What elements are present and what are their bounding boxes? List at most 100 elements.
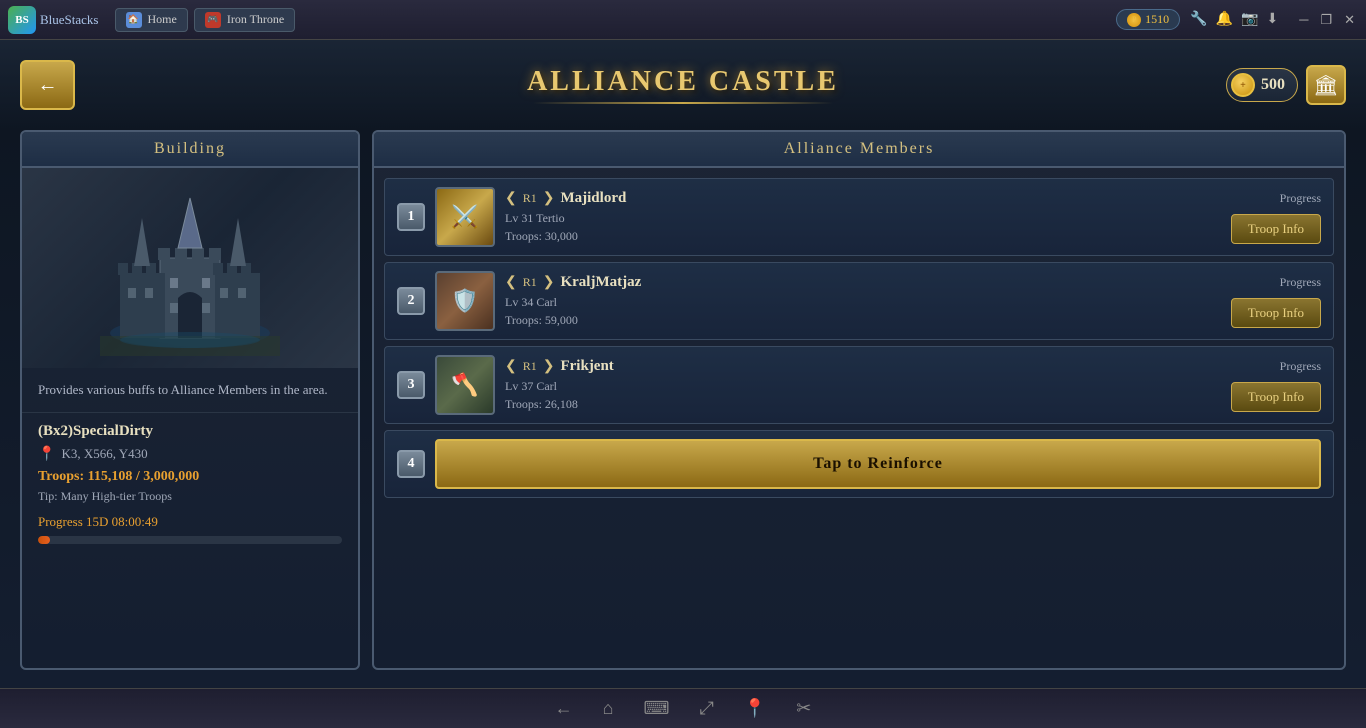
member-info-2: ❮ R1 ❯ KraljMatjaz Lv 34 Carl Troops: 59…: [505, 274, 1221, 328]
progress-label: Progress 15D 08:00:49: [38, 514, 342, 530]
zoom-icon[interactable]: ⤢: [699, 698, 713, 719]
member-level-1: Lv 31 Tertio: [505, 211, 1221, 226]
tap-to-reinforce-button[interactable]: Tap to Reinforce: [435, 439, 1321, 489]
progress-bar: [38, 536, 342, 544]
game-tab-label: Iron Throne: [227, 12, 284, 27]
home-tab[interactable]: 🏠 Home: [115, 8, 188, 32]
home-tab-label: Home: [148, 12, 177, 27]
camera-icon[interactable]: 📷: [1241, 11, 1258, 28]
game-area: ← ALLIANCE CASTLE + 500 🏛 Building: [0, 40, 1366, 688]
title-decoration: [533, 102, 833, 104]
taskbar: BS BlueStacks 🏠 Home 🎮 Iron Throne P 151…: [0, 0, 1366, 40]
member-progress-label-3: Progress: [1280, 359, 1321, 374]
reinforce-number: 4: [397, 450, 425, 478]
coin-icon: +: [1231, 73, 1255, 97]
member-number-3: 3: [397, 371, 425, 399]
back-nav-icon[interactable]: ←: [555, 698, 573, 719]
member-number-1: 1: [397, 203, 425, 231]
page-title: ALLIANCE CASTLE: [527, 66, 839, 98]
rank-badge-3: R1: [523, 359, 537, 374]
bell-icon[interactable]: 🔔: [1216, 11, 1233, 28]
rank-left-deco-2: ❮: [505, 274, 517, 291]
wrench-icon[interactable]: 🔧: [1190, 11, 1207, 28]
building-description: Provides various buffs to Alliance Membe…: [22, 368, 358, 413]
coin-badge: + 500: [1226, 68, 1298, 102]
building-owner: (Bx2)SpecialDirty 📍 K3, X566, Y430 Troop…: [22, 413, 358, 554]
location-row: 📍 K3, X566, Y430: [38, 446, 342, 463]
castle-illustration: [90, 178, 290, 358]
building-panel-title: Building: [154, 140, 226, 157]
member-name-row-3: ❮ R1 ❯ Frikjent: [505, 358, 1221, 375]
minimize-btn[interactable]: ─: [1296, 12, 1311, 28]
owner-name: (Bx2)SpecialDirty: [38, 423, 342, 440]
window-controls: ─ ❐ ✕: [1296, 12, 1358, 28]
rank-right-deco-1: ❯: [543, 190, 555, 207]
member-level-3: Lv 37 Carl: [505, 379, 1221, 394]
points-value: 1510: [1145, 12, 1169, 27]
download-icon[interactable]: ⬇: [1266, 11, 1278, 28]
member-row-2: 2 🛡️ ❮ R1 ❯ KraljMatjaz: [384, 262, 1334, 340]
rank-right-deco-3: ❯: [543, 358, 555, 375]
scissors-icon[interactable]: ✂: [796, 698, 811, 719]
member-avatar-2: 🛡️: [435, 271, 495, 331]
brand-name: BlueStacks: [40, 12, 99, 28]
back-arrow-icon: ←: [38, 74, 58, 97]
member-number-2: 2: [397, 287, 425, 315]
bottom-taskbar: ← ⌂ ⌨ ⤢ 📍 ✂: [0, 688, 1366, 728]
reinforce-row: 4 Tap to Reinforce: [384, 430, 1334, 498]
building-desc-text: Provides various buffs to Alliance Membe…: [38, 382, 328, 397]
member-troops-1: Troops: 30,000: [505, 229, 1221, 244]
building-image: [22, 168, 358, 368]
troop-info-btn-1[interactable]: Troop Info: [1231, 214, 1321, 244]
bank-icon[interactable]: 🏛: [1306, 65, 1346, 105]
building-panel: Building: [20, 130, 360, 670]
member-troops-2: Troops: 59,000: [505, 313, 1221, 328]
member-info-1: ❮ R1 ❯ Majidlord Lv 31 Tertio Troops: 30…: [505, 190, 1221, 244]
keyboard-icon[interactable]: ⌨: [643, 698, 669, 719]
troop-info-btn-2[interactable]: Troop Info: [1231, 298, 1321, 328]
member-progress-label-1: Progress: [1280, 191, 1321, 206]
member-progress-label-2: Progress: [1280, 275, 1321, 290]
coin-amount: 500: [1261, 76, 1285, 94]
member-right-1: Progress Troop Info: [1231, 191, 1321, 244]
location-pin-icon: 📍: [38, 446, 55, 463]
member-name-1: Majidlord: [560, 190, 626, 207]
title-container: ALLIANCE CASTLE: [527, 66, 839, 104]
troop-info-btn-3[interactable]: Troop Info: [1231, 382, 1321, 412]
main-content: Building: [20, 130, 1346, 670]
avatar-3-icon: 🪓: [451, 372, 478, 398]
rank-badge-1: R1: [523, 191, 537, 206]
member-troops-3: Troops: 26,108: [505, 397, 1221, 412]
coin-area: + 500 🏛: [1226, 65, 1346, 105]
member-info-3: ❮ R1 ❯ Frikjent Lv 37 Carl Troops: 26,10…: [505, 358, 1221, 412]
member-name-2: KraljMatjaz: [560, 274, 641, 291]
members-panel: Alliance Members 1 ⚔️ ❮ R1: [372, 130, 1346, 670]
member-avatar-3: 🪓: [435, 355, 495, 415]
member-avatar-1: ⚔️: [435, 187, 495, 247]
tip-text: Tip: Many High-tier Troops: [38, 489, 342, 504]
member-name-row-1: ❮ R1 ❯ Majidlord: [505, 190, 1221, 207]
rank-left-deco-1: ❮: [505, 190, 517, 207]
member-right-2: Progress Troop Info: [1231, 275, 1321, 328]
game-tab-icon: 🎮: [205, 12, 221, 28]
troops-count: Troops: 115,108 / 3,000,000: [38, 469, 342, 485]
rank-left-deco-3: ❮: [505, 358, 517, 375]
restore-btn[interactable]: ❐: [1317, 12, 1335, 28]
member-name-row-2: ❮ R1 ❯ KraljMatjaz: [505, 274, 1221, 291]
location-nav-icon[interactable]: 📍: [744, 698, 766, 719]
taskbar-icons: 🔧 🔔 📷 ⬇: [1190, 11, 1278, 28]
points-icon: P: [1127, 13, 1141, 27]
avatar-2-icon: 🛡️: [451, 288, 478, 314]
members-list: 1 ⚔️ ❮ R1 ❯ Majidlord: [374, 168, 1344, 508]
game-tab[interactable]: 🎮 Iron Throne: [194, 8, 295, 32]
points-badge: P 1510: [1116, 9, 1180, 30]
bluestacks-logo: BS: [8, 6, 36, 34]
rank-badge-2: R1: [523, 275, 537, 290]
back-button[interactable]: ←: [20, 60, 75, 110]
close-btn[interactable]: ✕: [1341, 12, 1358, 28]
location-text: K3, X566, Y430: [61, 446, 147, 462]
home-tab-icon: 🏠: [126, 12, 142, 28]
member-right-3: Progress Troop Info: [1231, 359, 1321, 412]
home-nav-icon[interactable]: ⌂: [603, 698, 614, 719]
rank-right-deco-2: ❯: [543, 274, 555, 291]
